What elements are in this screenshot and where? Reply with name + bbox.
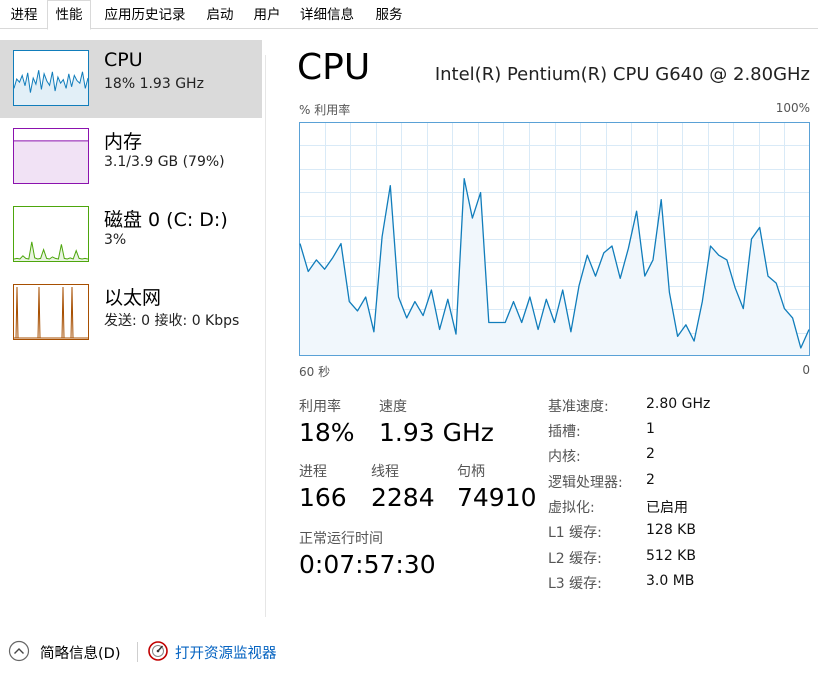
footer: 简略信息(D) 打开资源监视器: [0, 636, 818, 666]
thumbnail-spike: [61, 286, 65, 339]
utilization-value: 18%: [299, 418, 355, 447]
sidebar-item-subtitle: 18% 1.93 GHz: [104, 76, 204, 92]
thumbnail-spike: [37, 286, 41, 339]
utilization-label: 利用率: [299, 399, 341, 415]
disk-thumbnail-graph: [13, 206, 89, 262]
threads-label: 线程: [371, 464, 399, 480]
sidebar-item-title: 以太网: [104, 287, 162, 309]
handles-label: 句柄: [457, 464, 485, 480]
chevron-up-circle-icon[interactable]: [8, 640, 30, 662]
tab-app-history[interactable]: 应用历史记录: [95, 2, 195, 28]
handles-value: 74910: [457, 483, 537, 512]
threads-value: 2284: [371, 483, 435, 512]
graph-y-axis-label: % 利用率: [299, 103, 351, 117]
thumbnail-area: [14, 70, 88, 105]
spec-l2-cache-value: 512 KB: [646, 548, 696, 564]
page-title: CPU: [297, 47, 371, 88]
processes-value: 166: [299, 483, 347, 512]
tab-startup[interactable]: 启动: [199, 2, 241, 28]
sidebar-item-title: 磁盘 0 (C: D:): [104, 209, 228, 231]
sidebar-item-subtitle: 3%: [104, 232, 127, 248]
sidebar-item-disk[interactable]: 磁盘 0 (C: D:) 3%: [0, 196, 262, 274]
spec-logical-processors-value: 2: [646, 472, 655, 488]
memory-thumbnail-graph: [13, 128, 89, 184]
thumbnail-spike: [70, 286, 74, 339]
sidebar-item-memory[interactable]: 内存 3.1/3.9 GB (79%): [0, 118, 262, 196]
spec-virtualization-label: 虚拟化:: [548, 500, 595, 516]
resource-monitor-icon[interactable]: [147, 640, 169, 662]
cpu-utilization-graph: [299, 122, 810, 356]
spec-virtualization-value: 已启用: [646, 500, 688, 516]
spec-base-speed-label: 基准速度:: [548, 399, 609, 415]
spec-l3-cache-label: L3 缓存:: [548, 576, 602, 592]
tab-services[interactable]: 服务: [368, 2, 410, 28]
fewer-details-button[interactable]: 简略信息(D): [40, 642, 120, 663]
tab-performance[interactable]: 性能: [47, 0, 91, 30]
graph-x-left-label: 60 秒: [299, 365, 331, 379]
graph-y-max-label: 100%: [775, 101, 810, 115]
open-resource-monitor-link[interactable]: 打开资源监视器: [175, 642, 277, 663]
sidebar-item-cpu[interactable]: CPU 18% 1.93 GHz: [0, 40, 262, 118]
tab-bar: 进程 性能 应用历史记录 启动 用户 详细信息 服务: [0, 0, 818, 30]
spec-logical-processors-label: 逻辑处理器:: [548, 475, 623, 491]
sidebar-item-title: 内存: [104, 131, 143, 153]
sidebar-item-title: CPU: [104, 49, 143, 71]
tab-details[interactable]: 详细信息: [291, 2, 363, 28]
processes-label: 进程: [299, 464, 327, 480]
speed-value: 1.93 GHz: [379, 418, 494, 447]
spec-l1-cache-value: 128 KB: [646, 522, 696, 538]
tab-users[interactable]: 用户: [246, 2, 288, 28]
uptime-value: 0:07:57:30: [299, 550, 436, 579]
spec-sockets-label: 插槽:: [548, 424, 581, 440]
spec-cores-label: 内核:: [548, 449, 581, 465]
spec-cores-value: 2: [646, 446, 655, 462]
thumbnail-area: [14, 140, 88, 183]
sidebar-item-ethernet[interactable]: 以太网 发送: 0 接收: 0 Kbps: [0, 274, 262, 352]
footer-divider: [137, 642, 138, 662]
thumbnail-spike: [15, 286, 19, 339]
utilization-chart: [299, 122, 810, 356]
spec-base-speed-value: 2.80 GHz: [646, 396, 711, 412]
ethernet-thumbnail-graph: [13, 284, 89, 340]
sidebar-item-subtitle: 3.1/3.9 GB (79%): [104, 154, 225, 170]
uptime-label: 正常运行时间: [299, 531, 383, 547]
panel-divider: [265, 55, 266, 617]
cpu-thumbnail-graph: [13, 50, 89, 106]
sidebar-item-subtitle: 发送: 0 接收: 0 Kbps: [104, 313, 240, 329]
spec-l3-cache-value: 3.0 MB: [646, 573, 695, 589]
speed-label: 速度: [379, 399, 407, 415]
spec-l2-cache-label: L2 缓存:: [548, 551, 602, 567]
tab-processes[interactable]: 进程: [4, 2, 44, 28]
cpu-model-name: Intel(R) Pentium(R) CPU G640 @ 2.80GHz: [434, 64, 810, 85]
graph-x-right-label: 0: [802, 363, 810, 377]
spec-sockets-value: 1: [646, 421, 655, 437]
spec-l1-cache-label: L1 缓存:: [548, 525, 602, 541]
